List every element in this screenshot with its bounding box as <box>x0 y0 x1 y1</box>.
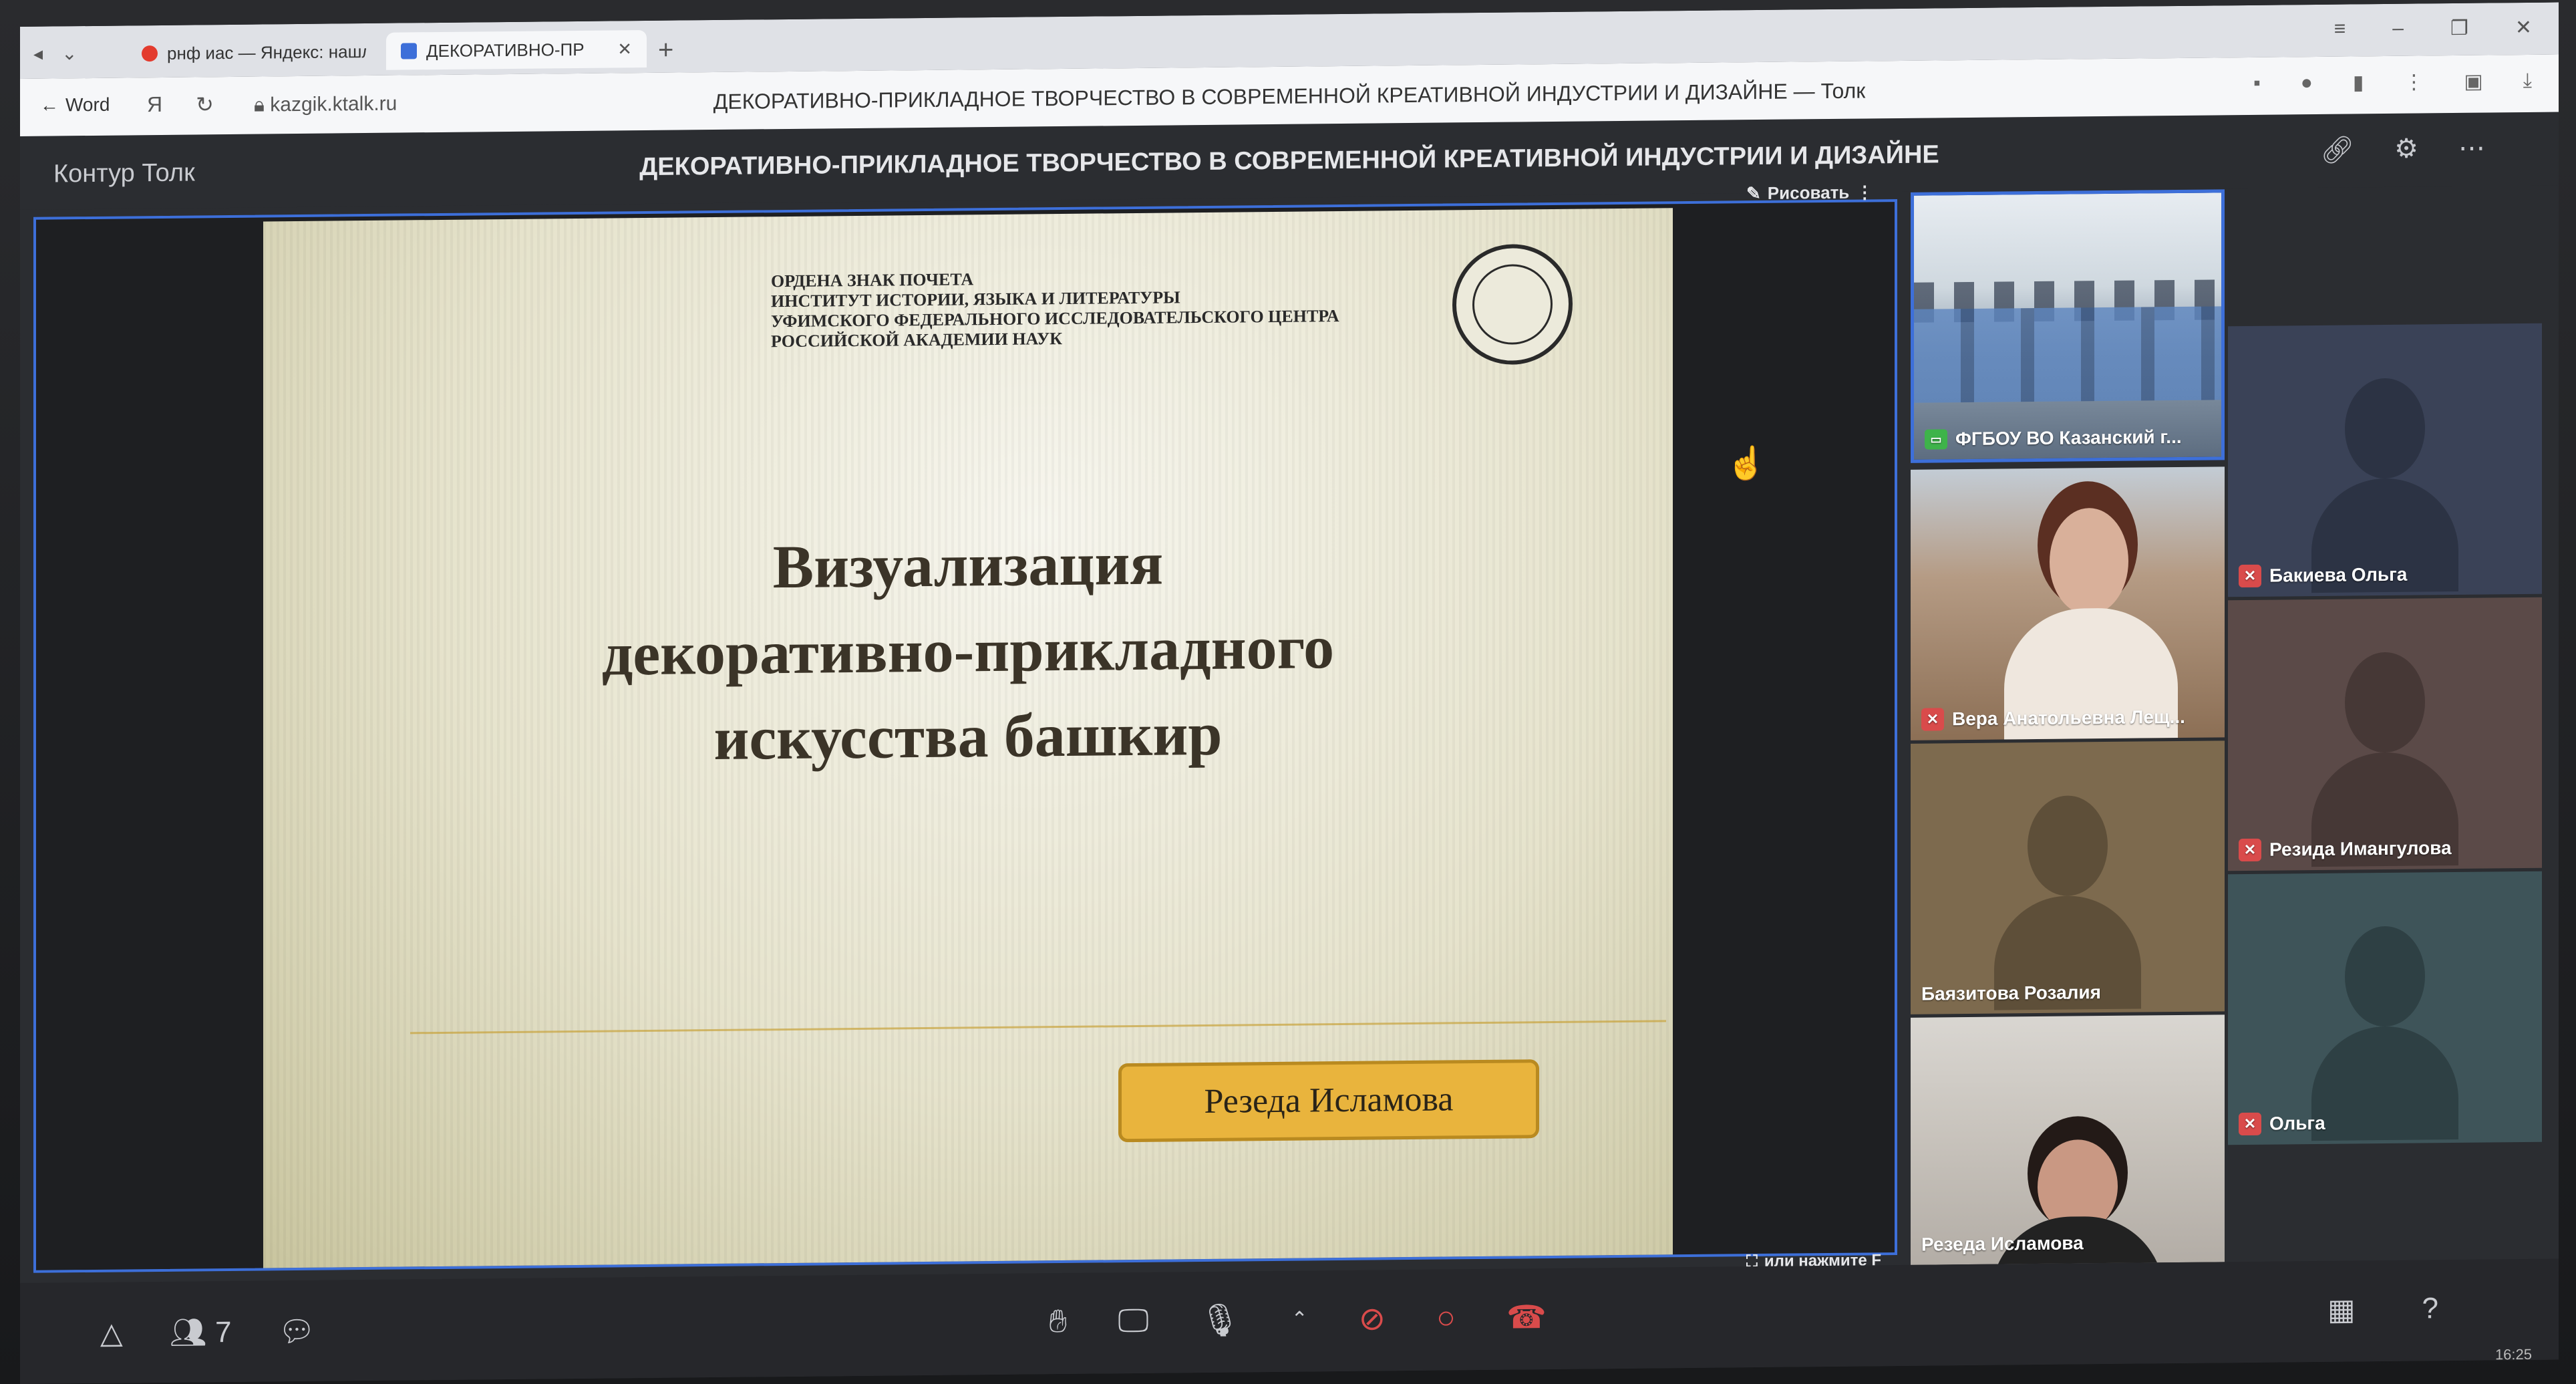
more-vertical-icon[interactable]: ⋮ <box>1856 182 1873 202</box>
participants-count: 7 <box>214 1315 232 1349</box>
screen-share-icon: ▭ <box>1925 429 1947 450</box>
close-tab-icon[interactable]: ✕ <box>617 39 632 59</box>
tab-conference[interactable]: ДЕКОРАТИВНО-ПР ✕ <box>386 29 647 70</box>
link-icon[interactable]: 🔗︎ <box>2320 134 2354 165</box>
participants-button[interactable]: 👥︎ 7 <box>170 1314 232 1350</box>
screen: ◂ ⌄ рнф иас — Яндекс: нашл ДЕКОРАТИВНО-П… <box>20 2 2559 1384</box>
conference-title: ДЕКОРАТИВНО-ПРИКЛАДНОЕ ТВОРЧЕСТВО В СОВР… <box>639 140 1939 182</box>
people-icon: 👥︎ <box>169 1316 207 1349</box>
chat-icon[interactable]: 💬︎ <box>278 1314 315 1349</box>
author-badge: Резеда Исламова <box>1118 1059 1539 1143</box>
slide-title-line: Визуализация <box>772 529 1164 601</box>
participant-name: Резеда Исламова <box>1921 1232 2084 1255</box>
avatar-silhouette <box>2311 378 2458 593</box>
slide-title: Визуализация декоративно-прикладного иск… <box>263 515 1673 785</box>
slide-title-line: искусства башкир <box>713 699 1223 773</box>
window-controls: ≡ – ❐ ✕ <box>2334 16 2532 41</box>
participant-name-text: Ольга <box>2269 1112 2325 1134</box>
participant-name-text: Резеда Исламова <box>1921 1232 2084 1255</box>
more-icon[interactable]: ⋮ <box>2404 70 2424 94</box>
restore-icon[interactable]: ❐ <box>2450 17 2468 40</box>
camera-icon[interactable]: ▪ <box>2253 72 2261 96</box>
help-icon[interactable]: ? <box>2422 1292 2438 1326</box>
avatar-silhouette <box>1994 795 2141 1010</box>
participant-name: ✕ Резида Имангулова <box>2239 837 2452 862</box>
extensions-icon[interactable]: ▣ <box>2464 70 2482 94</box>
participant-name-text: ФГБОУ ВО Казанский г... <box>1955 426 2182 450</box>
layout-icon[interactable]: ▦ <box>2327 1292 2356 1327</box>
participant-tile[interactable]: Баязитова Розалия <box>1911 740 2225 1014</box>
new-tab-icon[interactable]: + <box>658 35 673 65</box>
mic-off-icon: ✕ <box>2239 838 2261 862</box>
hang-up-icon[interactable]: ☎︎ <box>1506 1298 1547 1337</box>
tab-nav: ◂ ⌄ <box>33 42 77 65</box>
hand-cursor-icon: ☝ <box>1726 445 1766 482</box>
avatar-silhouette <box>2311 652 2458 867</box>
participant-name: ▭ ФГБОУ ВО Казанский г... <box>1925 426 2182 450</box>
draw-label: Рисовать <box>1767 182 1850 203</box>
presentation-area: ОРДЕНА ЗНАК ПОЧЕТА ИНСТИТУТ ИСТОРИИ, ЯЗЫ… <box>33 182 1897 1273</box>
participant-name: Баязитова Розалия <box>1921 982 2101 1005</box>
menu-icon[interactable]: ≡ <box>2334 18 2346 41</box>
participant-name: ✕ Вера Анатольевна Лещ... <box>1921 706 2185 731</box>
tab-yandex-search[interactable]: рнф иас — Яндекс: нашл <box>127 33 381 73</box>
participant-name-text: Баязитова Розалия <box>1921 982 2101 1004</box>
participant-name: ✕ Бакиева Ольга <box>2239 563 2408 588</box>
toolbar-center: ✋︎ 🖵︎ 🎙︎ ⌃ ⊘ ○ ☎︎ <box>1049 1298 1547 1341</box>
participant-name: ✕ Ольга <box>2239 1112 2325 1136</box>
avatar-silhouette <box>2311 926 2458 1141</box>
participant-tile[interactable]: ✕ Резида Имангулова <box>2228 597 2542 871</box>
divider <box>410 1020 1666 1034</box>
gear-icon[interactable]: ⚙ <box>2394 134 2418 165</box>
participant-tile[interactable]: ✕ Ольга <box>2228 871 2542 1145</box>
record-icon[interactable]: ○ <box>1436 1299 1456 1336</box>
microphone-toggle-icon[interactable]: 🎙︎ <box>1200 1300 1241 1339</box>
seal-inner-ring <box>1472 263 1553 345</box>
screen-share-button-icon[interactable]: 🖵︎ <box>1118 1302 1148 1339</box>
draw-button[interactable]: ✎ Рисовать ⋮ <box>1746 182 1873 204</box>
close-window-icon[interactable]: ✕ <box>2515 16 2532 39</box>
apps-icon[interactable]: △ <box>100 1316 123 1350</box>
classroom-desks <box>1914 306 2221 403</box>
raise-hand-icon[interactable]: ✋︎ <box>1049 1302 1067 1340</box>
video-camera-icon <box>401 43 417 59</box>
participant-tile[interactable]: Резеда Исламова <box>1911 1014 2225 1265</box>
institution-block: ОРДЕНА ЗНАК ПОЧЕТА ИНСТИТУТ ИСТОРИИ, ЯЗЫ… <box>771 266 1339 352</box>
camera-off-icon[interactable]: ⊘ <box>1359 1300 1386 1337</box>
chevron-down-icon[interactable]: ⌄ <box>61 42 77 64</box>
institute-seal <box>1452 243 1573 366</box>
participant-name-text: Бакиева Ольга <box>2269 563 2408 586</box>
participant-tile[interactable]: ✕ Бакиева Ольга <box>2228 323 2542 597</box>
page-title: ДЕКОРАТИВНО-ПРИКЛАДНОЕ ТВОРЧЕСТВО В СОВР… <box>713 78 1866 114</box>
mic-off-icon: ✕ <box>1921 708 1944 731</box>
yandex-icon <box>142 45 158 62</box>
participant-name-text: Вера Анатольевна Лещ... <box>1952 706 2185 730</box>
more-horizontal-icon[interactable]: ⋯ <box>2458 133 2485 164</box>
microphone-icon[interactable]: ● <box>2301 72 2313 95</box>
toolbar-right: ▦ ? <box>2327 1292 2438 1327</box>
pencil-icon: ✎ <box>1746 182 1761 204</box>
face <box>2050 507 2128 615</box>
toolbar-left: △ 👥︎ 7 💬︎ <box>100 1314 315 1351</box>
address-right-icons: ▪ ● ▮ ⋮ ▣ ⤓ <box>2253 70 2532 96</box>
participant-tile[interactable]: ✕ Вера Анатольевна Лещ... <box>1911 466 2225 740</box>
slide-title-line: декоративно-прикладного <box>601 613 1335 688</box>
header-icons: 🔗︎ ⚙ ⋯ <box>2320 133 2485 166</box>
bookmark-icon[interactable]: ▮ <box>2353 71 2364 94</box>
speaker-icon[interactable]: ◂ <box>33 43 43 65</box>
chevron-up-icon[interactable]: ⌃ <box>1291 1307 1308 1331</box>
participant-tile[interactable]: ▭ ФГБОУ ВО Казанский г... <box>1911 189 2225 463</box>
tab-label: рнф иас — Яндекс: нашл <box>167 41 366 63</box>
mic-off-icon: ✕ <box>2239 1112 2261 1136</box>
download-icon[interactable]: ⤓ <box>2523 70 2532 93</box>
mic-off-icon: ✕ <box>2239 564 2261 588</box>
tab-label: ДЕКОРАТИВНО-ПР <box>426 39 585 61</box>
minimize-icon[interactable]: – <box>2392 17 2404 41</box>
slide: ОРДЕНА ЗНАК ПОЧЕТА ИНСТИТУТ ИСТОРИИ, ЯЗЫ… <box>263 208 1673 1268</box>
participant-name-text: Резида Имангулова <box>2269 837 2452 860</box>
